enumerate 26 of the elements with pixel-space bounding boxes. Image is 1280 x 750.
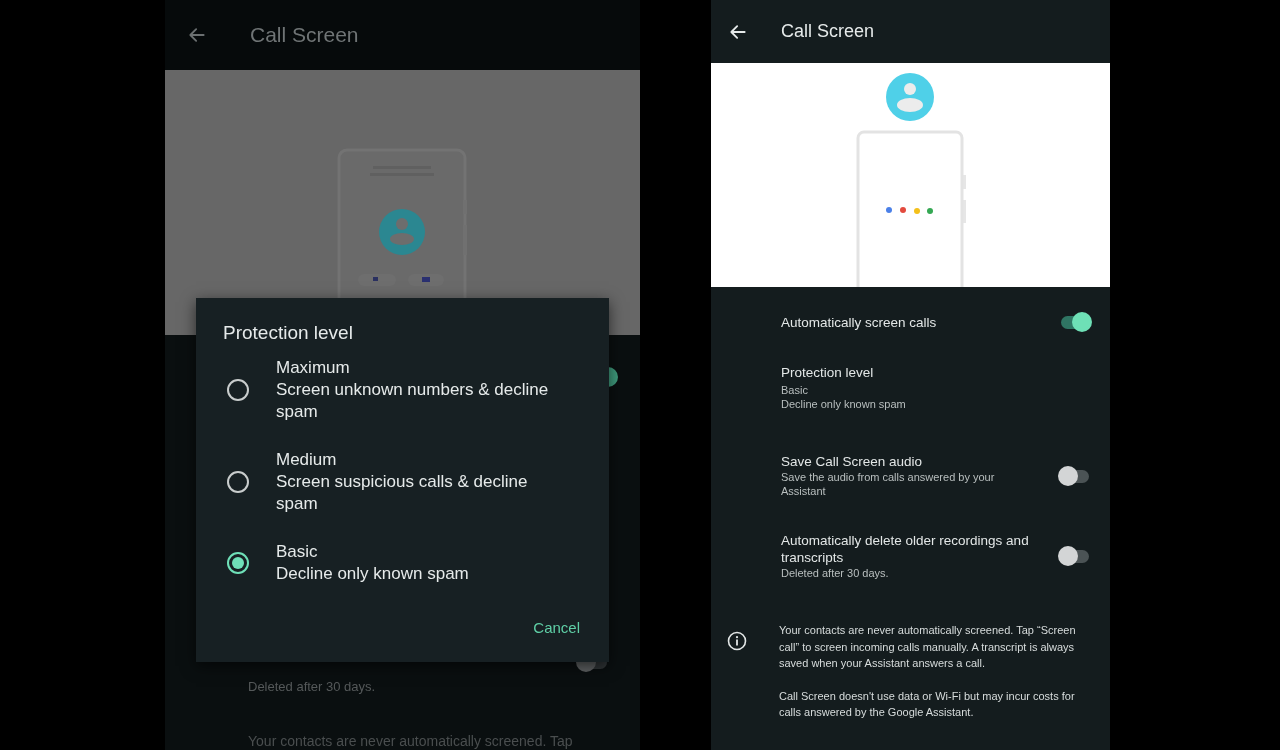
option-description: Screen unknown numbers & decline spam: [276, 379, 550, 423]
radio-button[interactable]: [226, 551, 250, 575]
info-note: Your contacts are never automatically screened. Tap “Screen call” to screen incoming calls manually. A transcript is always saved when your Assistant answers a call.: [779, 623, 1077, 672]
screen-title: Call Screen: [250, 23, 359, 47]
setting-title: Protection level: [781, 364, 875, 381]
setting-subtitle: Deleted after 30 days.: [248, 678, 376, 695]
setting-subtitle: Save the audio from calls answered by your Assistant: [781, 470, 996, 498]
setting-title: Save Call Screen audio: [781, 453, 924, 470]
radio-button[interactable]: [226, 470, 250, 494]
setting-subtitle: Basic: [781, 383, 809, 397]
screen-title: Call Screen: [781, 21, 875, 42]
setting-subtitle: Decline only known spam: [781, 397, 907, 411]
info-icon: [727, 631, 747, 651]
option-label: Basic: [276, 541, 318, 563]
setting-subtitle: Deleted after 30 days.: [781, 566, 890, 580]
dialog-title: Protection level: [223, 322, 353, 344]
option-description: Screen suspicious calls & decline spam: [276, 471, 529, 515]
info-note: Call Screen doesn't use data or Wi-Fi but may incur costs for calls answered by the Google Assistant.: [779, 688, 1076, 721]
cancel-button[interactable]: Cancel: [533, 617, 580, 638]
option-label: Medium: [276, 449, 337, 471]
info-note: Your contacts are never automatically screened. Tap: [247, 733, 574, 749]
setting-title: Automatically screen calls: [781, 313, 938, 331]
option-description: Decline only known spam: [276, 563, 469, 585]
radio-button[interactable]: [226, 378, 250, 402]
option-label: Maximum: [276, 357, 350, 379]
setting-title: Automatically delete older recordings and transcripts: [781, 532, 1030, 566]
